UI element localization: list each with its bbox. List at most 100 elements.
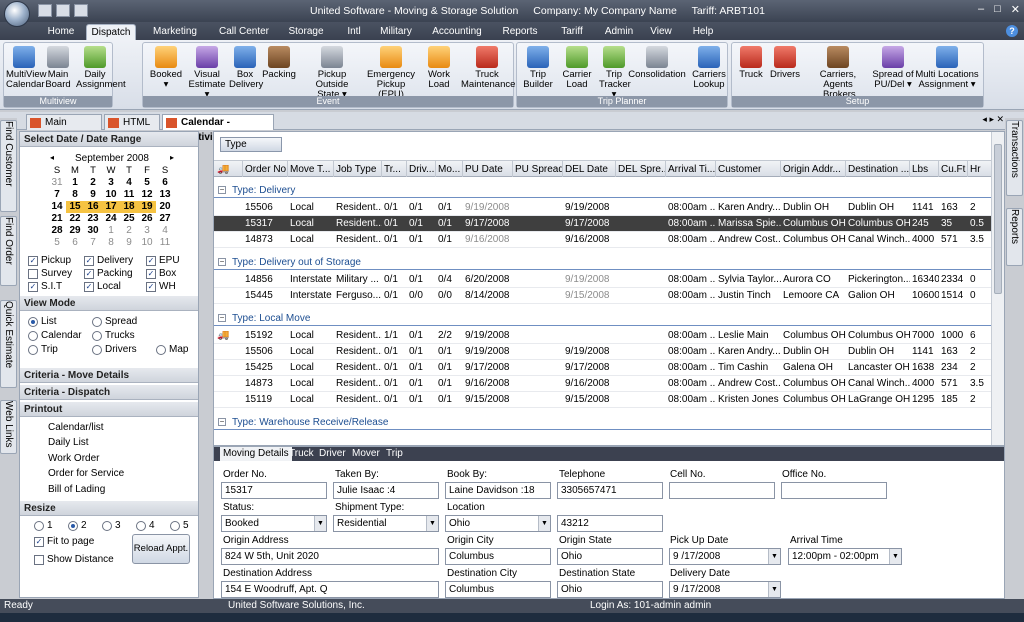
vtab-quick-estimate[interactable]: Quick Estimate xyxy=(0,300,17,388)
calendar-day[interactable]: 1 xyxy=(66,177,84,189)
column-header[interactable]: Destination ... xyxy=(848,164,909,175)
truck-button[interactable]: Truck Maintenance xyxy=(461,45,515,90)
calendar-day[interactable]: 19 xyxy=(138,201,156,213)
arrival-time-select[interactable]: 12:00pm - 02:00pm ▼ xyxy=(788,548,902,565)
printout-bill-of-lading-link[interactable]: Bill of Lading xyxy=(48,482,198,497)
calendar-day[interactable]: 22 xyxy=(66,213,84,225)
column-header[interactable]: Mo... xyxy=(438,164,462,175)
visual-button[interactable]: Visual Estimate ▾ xyxy=(187,45,227,100)
calendar-day[interactable]: 13 xyxy=(156,189,174,201)
column-header[interactable]: Origin Addr... xyxy=(783,164,845,175)
calendar-day[interactable]: 11 xyxy=(120,189,138,201)
telephone-field[interactable]: 3305657471 xyxy=(557,482,663,499)
tab-main-screen[interactable]: Main Screen xyxy=(26,114,102,143)
calendar-day[interactable]: 20 xyxy=(156,201,174,213)
calendar-day[interactable]: 15 xyxy=(66,201,84,213)
vtab-reports[interactable]: Reports xyxy=(1006,208,1023,266)
printout-order-for-service-link[interactable]: Order for Service xyxy=(48,466,198,481)
mail-icon[interactable] xyxy=(74,4,88,17)
calendar-day[interactable]: 23 xyxy=(84,213,102,225)
printout-daily-list-link[interactable]: Daily List xyxy=(48,435,198,450)
print-icon[interactable] xyxy=(56,4,70,17)
minimize-button[interactable]: – xyxy=(978,3,984,16)
prev-month-button[interactable]: ◂ xyxy=(50,153,54,162)
table-row[interactable]: 15506 Local Resident... 0/1 0/1 0/1 9/19/2008 9… xyxy=(214,200,991,216)
tab-tariff[interactable]: Tariff xyxy=(556,24,588,40)
filter-epu-checkbox[interactable]: ✓ EPU xyxy=(146,255,196,266)
tab-accounting[interactable]: Accounting xyxy=(428,24,486,40)
column-header[interactable]: Lbs xyxy=(912,164,938,175)
next-month-button[interactable]: ▸ xyxy=(170,153,174,162)
tab-driver[interactable]: Driver xyxy=(316,447,349,461)
calendar-day[interactable]: 6 xyxy=(66,237,84,249)
column-divider[interactable] xyxy=(938,161,939,177)
table-row[interactable]: 15317 Local Resident... 0/1 0/1 0/1 9/17/2008 9… xyxy=(214,216,991,232)
calendar-day[interactable]: 18 xyxy=(120,201,138,213)
filter-delivery-checkbox[interactable]: ✓ Delivery xyxy=(84,255,146,266)
tab-military[interactable]: Military xyxy=(376,24,416,40)
tab-marketing[interactable]: Marketing xyxy=(150,24,200,40)
column-header[interactable]: Customer xyxy=(718,164,780,175)
filter-wh-checkbox[interactable]: ✓ WH xyxy=(146,281,196,292)
column-header[interactable]: Order No. xyxy=(245,164,287,175)
tab-mover[interactable]: Mover xyxy=(349,447,383,461)
column-header[interactable]: Hr xyxy=(970,164,988,175)
shipment-type-select[interactable]: Residential ▼ xyxy=(333,515,439,532)
filter-survey-checkbox[interactable]: Survey xyxy=(28,268,84,279)
resize-option-4[interactable]: 4 xyxy=(136,520,155,531)
box-button[interactable]: Box Delivery xyxy=(229,45,263,90)
criteria-move-details[interactable]: Criteria - Move Details xyxy=(20,368,198,383)
show-distance-checkbox[interactable]: Show Distance xyxy=(34,554,114,565)
column-header[interactable]: Tr... xyxy=(384,164,406,175)
column-divider[interactable] xyxy=(562,161,563,177)
tab-calendar-multiview[interactable]: Calendar - Multiview xyxy=(162,114,274,143)
destination-state-field[interactable]: Ohio xyxy=(557,581,663,598)
calendar-day[interactable]: 7 xyxy=(84,237,102,249)
column-divider[interactable] xyxy=(406,161,407,177)
calendar-day[interactable]: 25 xyxy=(120,213,138,225)
tab-dispatch[interactable]: Dispatch xyxy=(86,24,136,40)
chevron-down-icon[interactable]: ▼ xyxy=(426,516,438,531)
calendar-day[interactable]: 9 xyxy=(120,237,138,249)
help-icon[interactable]: ? xyxy=(1006,25,1018,37)
calendar-day[interactable]: 27 xyxy=(156,213,174,225)
zip-field[interactable]: 43212 xyxy=(557,515,663,532)
calendar-day[interactable]: 9 xyxy=(84,189,102,201)
location-select[interactable]: Ohio ▼ xyxy=(445,515,551,532)
column-divider[interactable] xyxy=(287,161,288,177)
drivers-button[interactable]: Drivers xyxy=(768,45,802,80)
trip-button[interactable]: Trip Builder xyxy=(521,45,555,90)
taken-by-field[interactable]: Julie Isaac :4 xyxy=(333,482,439,499)
chevron-down-icon[interactable]: ▼ xyxy=(889,549,901,564)
vtab-find-customer[interactable]: Find Customer xyxy=(0,120,17,212)
column-divider[interactable] xyxy=(333,161,334,177)
resize-option-2[interactable]: 2 xyxy=(68,520,87,531)
chevron-down-icon[interactable]: ▼ xyxy=(538,516,550,531)
view-mode-spread[interactable]: Spread xyxy=(92,316,137,327)
tab-html[interactable]: HTML xyxy=(104,114,160,130)
tab-intl[interactable]: Intl xyxy=(340,24,368,40)
filter-box-checkbox[interactable]: ✓ Box xyxy=(146,268,196,279)
view-mode-list[interactable]: List xyxy=(28,316,57,327)
view-mode-drivers[interactable]: Drivers xyxy=(92,344,137,355)
calendar-day[interactable]: 2 xyxy=(84,177,102,189)
calendar-day[interactable]: 10 xyxy=(138,237,156,249)
calendar-day[interactable]: 5 xyxy=(138,177,156,189)
chevron-down-icon[interactable]: ▼ xyxy=(768,582,780,597)
tab-moving-details[interactable]: Moving Details xyxy=(220,447,292,461)
filter-s-i-t-checkbox[interactable]: ✓ S.I.T xyxy=(28,281,84,292)
tab-admin[interactable]: Admin xyxy=(598,24,640,40)
vtab-web-links[interactable]: Web Links xyxy=(0,400,17,454)
scrollbar-thumb[interactable] xyxy=(994,144,1002,294)
calendar-day[interactable]: 5 xyxy=(48,237,66,249)
column-header[interactable]: Cu.Ft xyxy=(941,164,967,175)
destination-address-field[interactable]: 154 E Woodruff, Apt. Q xyxy=(221,581,439,598)
carriers-agents-button[interactable]: Carriers, Agents ,Brokers xyxy=(806,45,870,100)
table-row[interactable]: 14856 Interstate Military ... 0/1 0/1 0/4 6/20… xyxy=(214,272,991,288)
origin-address-field[interactable]: 824 W 5th, Unit 2020 xyxy=(221,548,439,565)
column-divider[interactable] xyxy=(715,161,716,177)
criteria-dispatch[interactable]: Criteria - Dispatch xyxy=(20,385,198,400)
chevron-down-icon[interactable]: ▼ xyxy=(768,549,780,564)
column-divider[interactable] xyxy=(462,161,463,177)
filter-pickup-checkbox[interactable]: ✓ Pickup xyxy=(28,255,84,266)
